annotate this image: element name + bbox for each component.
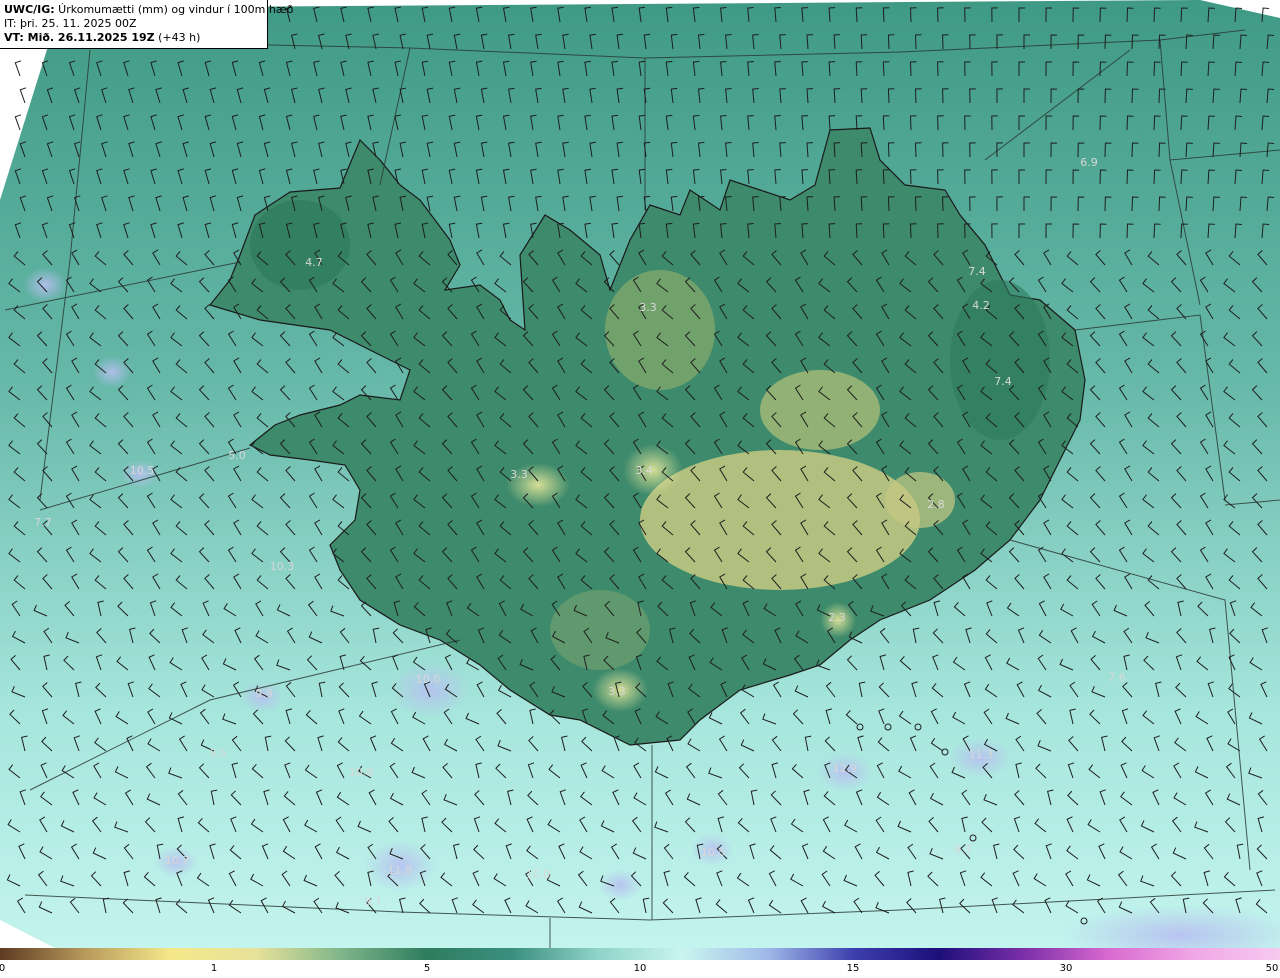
precip-value-label: 9.5 [209,747,227,760]
colorbar-tick-label: 1 [210,963,218,974]
colorbar-tick-label: 10 [633,963,647,974]
valid-time-row: VT: Mið. 26.11.2025 19Z (+43 h) [4,31,263,45]
precip-value-label: 2.3 [828,611,846,624]
precip-value-label: 9.8 [255,687,273,700]
precip-value-label: 11.3 [969,748,994,761]
precip-value-label: 10.5 [701,846,726,859]
precip-value-label: 11.8 [388,864,413,877]
colorbar-tick-label: 15 [846,963,860,974]
precip-value-label: 3.3 [639,301,657,314]
precip-value-label: 2.8 [927,498,945,511]
colorbar-tick-label: 5 [423,963,431,974]
colorbar [0,948,1280,960]
precip-value-label: 10.7 [165,854,190,867]
precip-value-label: 9.7 [364,895,382,908]
map-header: UWC/IG: Úrkomumætti (mm) og vindur í 100… [0,0,293,49]
precip-value-label: 6.9 [1080,156,1098,169]
precip-value-label: 7.6 [1108,671,1126,684]
product-name: Úrkomumætti (mm) og vindur í 100m hæð [54,3,294,16]
precip-value-label: 4.7 [305,256,323,269]
precip-value-label: 7.4 [994,375,1012,388]
precip-value-label: 10.0 [416,673,441,686]
precip-value-label: 3.3 [510,468,528,481]
map-viewer: 4.7 3.3 6.9 7.4 4.2 7.4 5.0 3.3 3.4 2.8 7.7 10.5 10.… [0,0,1280,978]
colorbar-tick-label: 50 [1265,963,1279,974]
precip-value-label: 12.9 [833,762,858,775]
colorbar-tick-label: 0 [0,963,6,974]
precip-value-label: 4.2 [972,299,990,312]
valid-time: VT: Mið. 26.11.2025 19Z [4,31,155,44]
title-row: UWC/IG: Úrkomumætti (mm) og vindur í 100… [4,3,293,17]
precip-value-label: 10.3 [270,560,295,573]
colorbar-ticks: 0 1 5 10 15 30 50 [0,960,1280,978]
precip-value-label: 10.5 [130,464,155,477]
init-time: IT: þri. 25. 11. 2025 00Z [4,17,137,30]
precip-value-label: 7.4 [968,265,986,278]
precip-value-label: 9.3 [954,843,972,856]
precip-value-label: 3.4 [635,464,653,477]
colorbar-tick-label: 30 [1059,963,1073,974]
precip-value-label: 10.8 [349,766,374,779]
model-name: UWC/IG: [4,3,55,16]
precip-value-label: 7.7 [34,516,52,529]
precipitation-map[interactable]: 4.7 3.3 6.9 7.4 4.2 7.4 5.0 3.3 3.4 2.8 7.7 10.5 10.… [0,0,1280,948]
precip-value-label: 10.0 [526,868,551,881]
lead-time: (+43 h) [154,31,201,44]
precip-value-label: 5.0 [228,449,246,462]
precip-value-label: 3.3 [608,685,626,698]
